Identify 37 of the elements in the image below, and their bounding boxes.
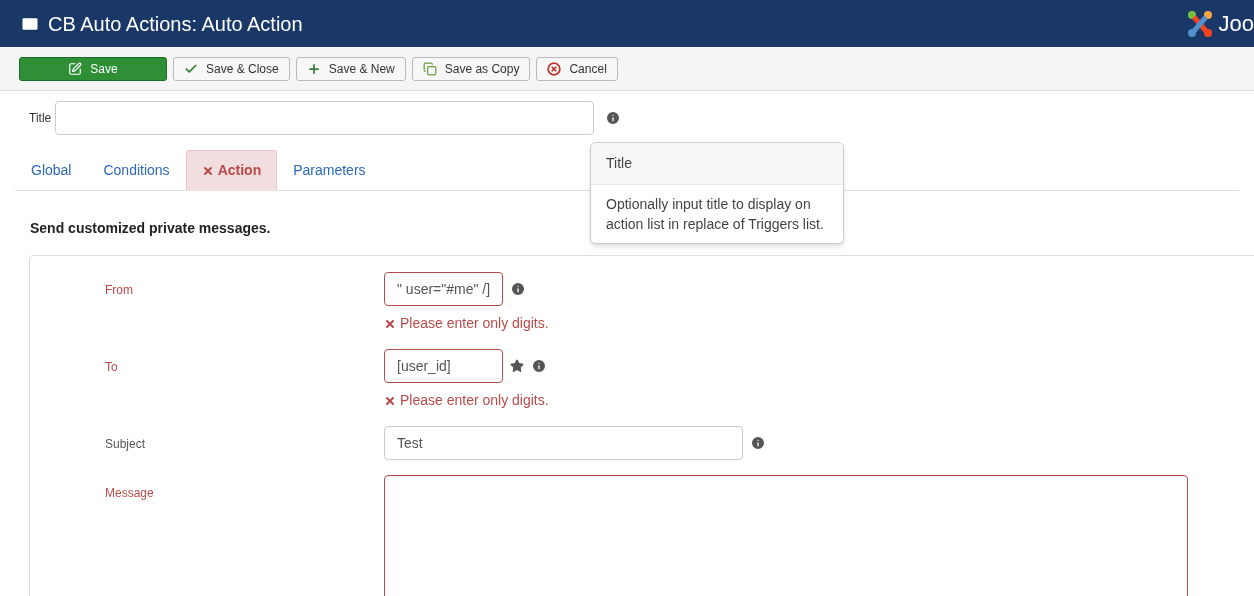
copy-icon	[422, 61, 437, 76]
tooltip-text: Optionally input title to display on action list in replace of Triggers list.	[605, 195, 825, 234]
title-field[interactable]	[55, 101, 595, 135]
plus-icon	[306, 61, 321, 76]
toolbar-button[interactable]: Cancel	[536, 56, 618, 81]
tab[interactable]: Conditions	[87, 150, 186, 191]
error-message: Please enter only digits.	[400, 314, 549, 333]
field-label: To	[104, 359, 119, 376]
cancel-icon	[547, 61, 562, 76]
error-message: Please enter only digits.	[400, 391, 549, 410]
field-label: Title	[29, 110, 52, 127]
field-label: Subject	[104, 436, 147, 453]
tab[interactable]: Global	[15, 150, 88, 191]
message-field[interactable]	[384, 475, 1188, 596]
error-icon	[384, 394, 396, 407]
section-description: Send customized private messages.	[30, 219, 271, 238]
page-title: CB Auto Actions: Auto Action	[48, 11, 303, 37]
tab[interactable]: Parameters	[277, 150, 382, 191]
info-icon[interactable]	[750, 435, 766, 451]
tab[interactable]: Action	[185, 150, 278, 191]
brand-name: Joo	[1218, 10, 1254, 38]
error-icon	[384, 317, 396, 330]
info-icon[interactable]	[605, 110, 622, 126]
info-icon[interactable]	[531, 358, 547, 374]
input-field[interactable]: " user="#me" /]	[384, 272, 503, 306]
field-label: From	[104, 282, 134, 299]
toolbar-button[interactable]: Save	[19, 56, 167, 81]
error-icon	[201, 164, 214, 177]
info-icon[interactable]	[510, 281, 526, 297]
tooltip-title: Title	[591, 143, 843, 185]
field-label: Message	[104, 485, 155, 502]
edit-icon	[68, 61, 83, 76]
input-field[interactable]: [user_id]	[384, 349, 503, 383]
toolbar-button[interactable]: Save & Close	[173, 56, 290, 81]
input-field[interactable]: Test	[384, 426, 743, 460]
toolbar-button[interactable]: Save as Copy	[411, 56, 531, 81]
toolbar-button[interactable]: Save & New	[295, 56, 406, 81]
